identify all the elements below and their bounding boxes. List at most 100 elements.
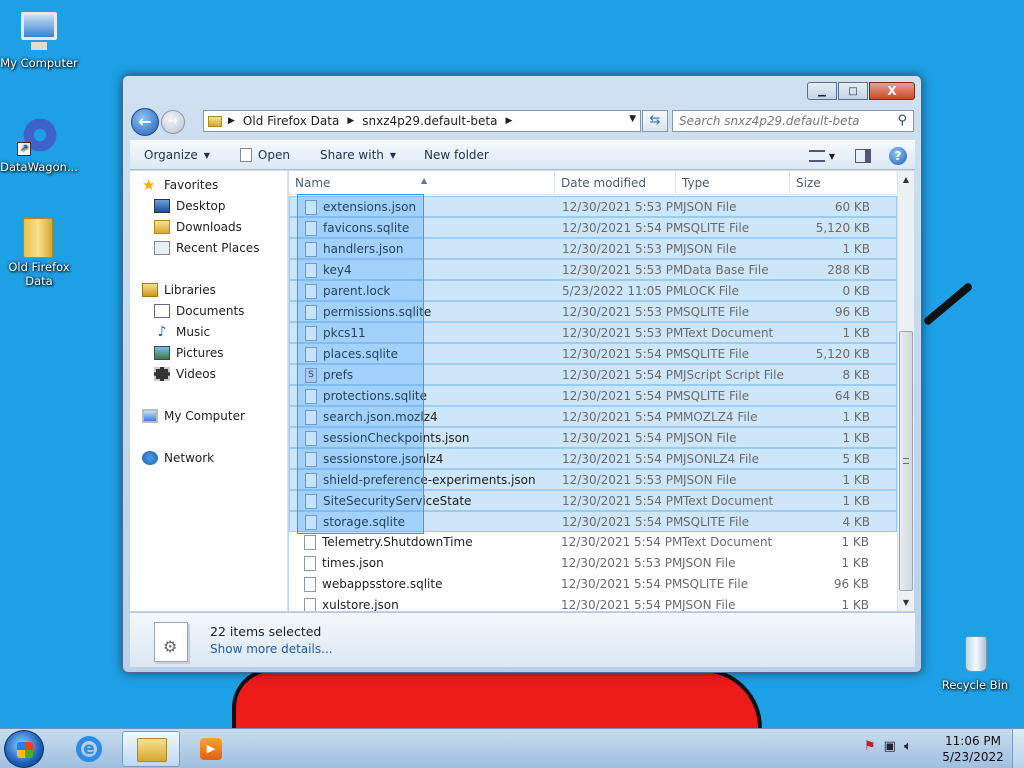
gear-icon: ↗ — [17, 114, 61, 158]
file-date: 12/30/2021 5:54 PM — [562, 452, 684, 466]
start-button[interactable] — [4, 730, 44, 768]
taskbar-windows-explorer[interactable] — [122, 731, 180, 767]
file-icon — [304, 598, 316, 611]
file-date: 12/30/2021 5:54 PM — [562, 368, 684, 382]
views-icon[interactable] — [808, 150, 825, 162]
scroll-down-arrow-icon[interactable]: ▼ — [898, 594, 914, 611]
desktop-icon — [154, 199, 170, 213]
share-with-button[interactable]: Share with ▼ — [320, 148, 396, 162]
explorer-window[interactable]: ▁ □ X ← → ▶ Old Firefox Data ▶ snxz4p29.… — [122, 75, 922, 673]
file-size: 1 KB — [841, 535, 869, 549]
column-headers: Name ▲ Date modified Type Size — [289, 171, 897, 195]
preview-pane-icon[interactable] — [855, 149, 871, 163]
back-button[interactable]: ← — [131, 108, 159, 136]
desktop-icon-label: My Computer — [0, 56, 78, 70]
column-header-label: Name — [295, 176, 331, 190]
search-placeholder: Search snxz4p29.default-beta — [679, 114, 860, 128]
new-folder-button[interactable]: New folder — [424, 148, 489, 162]
desktop-icon-old-firefox-data[interactable]: Old Firefox Data — [0, 214, 81, 288]
file-type: JSON File — [683, 473, 737, 487]
nav-item-downloads[interactable]: Downloads — [154, 217, 242, 237]
recent-places-icon — [154, 241, 170, 255]
chevron-down-icon[interactable]: ▼ — [829, 152, 835, 161]
forward-button[interactable]: → — [161, 110, 185, 134]
file-size: 1 KB — [842, 494, 870, 508]
column-header-size[interactable]: Size — [790, 171, 897, 195]
nav-item-videos[interactable]: Videos — [154, 364, 216, 384]
file-size: 1 KB — [842, 242, 870, 256]
windows-logo-icon — [17, 742, 33, 758]
column-header-type[interactable]: Type — [676, 171, 790, 195]
file-icon — [304, 535, 316, 550]
column-header-date[interactable]: Date modified — [555, 171, 676, 195]
nav-item-my-computer[interactable]: My Computer — [142, 406, 245, 426]
vertical-scrollbar[interactable]: ▲ ▼ — [897, 171, 914, 611]
show-desktop-button[interactable] — [1012, 729, 1024, 768]
file-date: 12/30/2021 5:54 PM — [562, 410, 684, 424]
nav-item-recent-places[interactable]: Recent Places — [154, 238, 259, 258]
music-icon: ♪ — [157, 324, 167, 340]
scroll-up-arrow-icon[interactable]: ▲ — [898, 171, 914, 188]
open-label: Open — [257, 148, 290, 162]
network-tray-icon[interactable]: ▣ — [884, 739, 896, 754]
file-row[interactable]: times.json 12/30/2021 5:53 PM JSON File 1 K… — [289, 553, 897, 574]
file-size: 288 KB — [827, 263, 870, 277]
file-row[interactable]: Telemetry.ShutdownTime 12/30/2021 5:54 PM… — [289, 532, 897, 553]
organize-button[interactable]: Organize ▼ — [144, 148, 210, 162]
file-list[interactable]: Name ▲ Date modified Type Size extensions… — [289, 171, 914, 611]
nav-item-favorites[interactable]: ★ Favorites — [142, 175, 218, 195]
file-type: SQLITE File — [683, 305, 750, 319]
maximize-button[interactable]: □ — [838, 82, 868, 100]
nav-item-libraries[interactable]: Libraries — [142, 280, 216, 300]
chevron-down-icon: ▼ — [389, 150, 397, 160]
chevron-right-icon[interactable]: ▶ — [228, 116, 235, 126]
volume-icon[interactable]: 🔈︎ — [904, 739, 912, 754]
nav-item-music[interactable]: ♪ Music — [154, 322, 211, 342]
breadcrumb-old-firefox-data[interactable]: Old Firefox Data — [243, 114, 339, 128]
file-type: Data Base File — [683, 263, 769, 277]
address-bar[interactable]: ▶ Old Firefox Data ▶ snxz4p29.default-be… — [203, 110, 641, 132]
file-row[interactable]: xulstore.json 12/30/2021 5:54 PM JSON File… — [289, 595, 897, 611]
action-center-icon[interactable]: ⚑ — [864, 739, 876, 754]
chevron-right-icon[interactable]: ▶ — [505, 116, 512, 126]
nav-item-network[interactable]: Network — [142, 448, 214, 468]
taskbar: e ▶ ⚑ ▣ 🔈︎ 11:06 PM 5/23/2022 — [0, 728, 1024, 768]
clock[interactable]: 11:06 PM 5/23/2022 — [940, 733, 1006, 765]
show-more-details-link[interactable]: Show more details... — [210, 642, 333, 656]
file-type: MOZLZ4 File — [683, 410, 758, 424]
search-input[interactable]: Search snxz4p29.default-beta ⚲ — [672, 110, 914, 132]
close-button[interactable]: X — [869, 82, 915, 100]
refresh-button[interactable]: ⇆ — [642, 110, 668, 132]
column-header-name[interactable]: Name ▲ — [289, 171, 555, 195]
file-size: 96 KB — [834, 305, 870, 319]
taskbar-media-player[interactable]: ▶ — [182, 731, 240, 767]
file-size: 0 KB — [842, 284, 870, 298]
breadcrumb-profile-folder[interactable]: snxz4p29.default-beta — [362, 114, 497, 128]
desktop-icon-my-computer[interactable]: My Computer — [0, 10, 81, 70]
help-icon[interactable]: ? — [889, 147, 907, 165]
file-name: Telemetry.ShutdownTime — [322, 535, 473, 549]
nav-item-pictures[interactable]: Pictures — [154, 343, 224, 363]
nav-label: Downloads — [176, 220, 242, 234]
chevron-right-icon[interactable]: ▶ — [347, 116, 354, 126]
file-row[interactable]: webappsstore.sqlite 12/30/2021 5:54 PM SQL… — [289, 574, 897, 595]
desktop-icon-datawagon[interactable]: ↗ DataWagon... — [0, 114, 81, 174]
file-size: 1 KB — [842, 473, 870, 487]
nav-label: Pictures — [176, 346, 224, 360]
file-type: Text Document — [683, 494, 774, 508]
file-date: 12/30/2021 5:54 PM — [561, 598, 683, 611]
open-button[interactable]: Open — [239, 148, 290, 162]
scrollbar-thumb[interactable] — [899, 331, 913, 591]
chevron-down-icon[interactable]: ▼ — [629, 114, 636, 124]
file-date: 12/30/2021 5:54 PM — [562, 515, 684, 529]
file-size: 60 KB — [834, 200, 870, 214]
window-controls: ▁ □ X — [806, 82, 921, 100]
minimize-button[interactable]: ▁ — [807, 82, 837, 100]
desktop-icon-recycle-bin[interactable]: Recycle Bin — [933, 632, 1017, 692]
file-date: 12/30/2021 5:54 PM — [562, 494, 684, 508]
search-icon[interactable]: ⚲ — [897, 111, 907, 131]
nav-item-desktop[interactable]: Desktop — [154, 196, 226, 216]
nav-item-documents[interactable]: Documents — [154, 301, 244, 321]
taskbar-internet-explorer[interactable]: e — [60, 731, 118, 767]
file-name: times.json — [322, 556, 384, 570]
